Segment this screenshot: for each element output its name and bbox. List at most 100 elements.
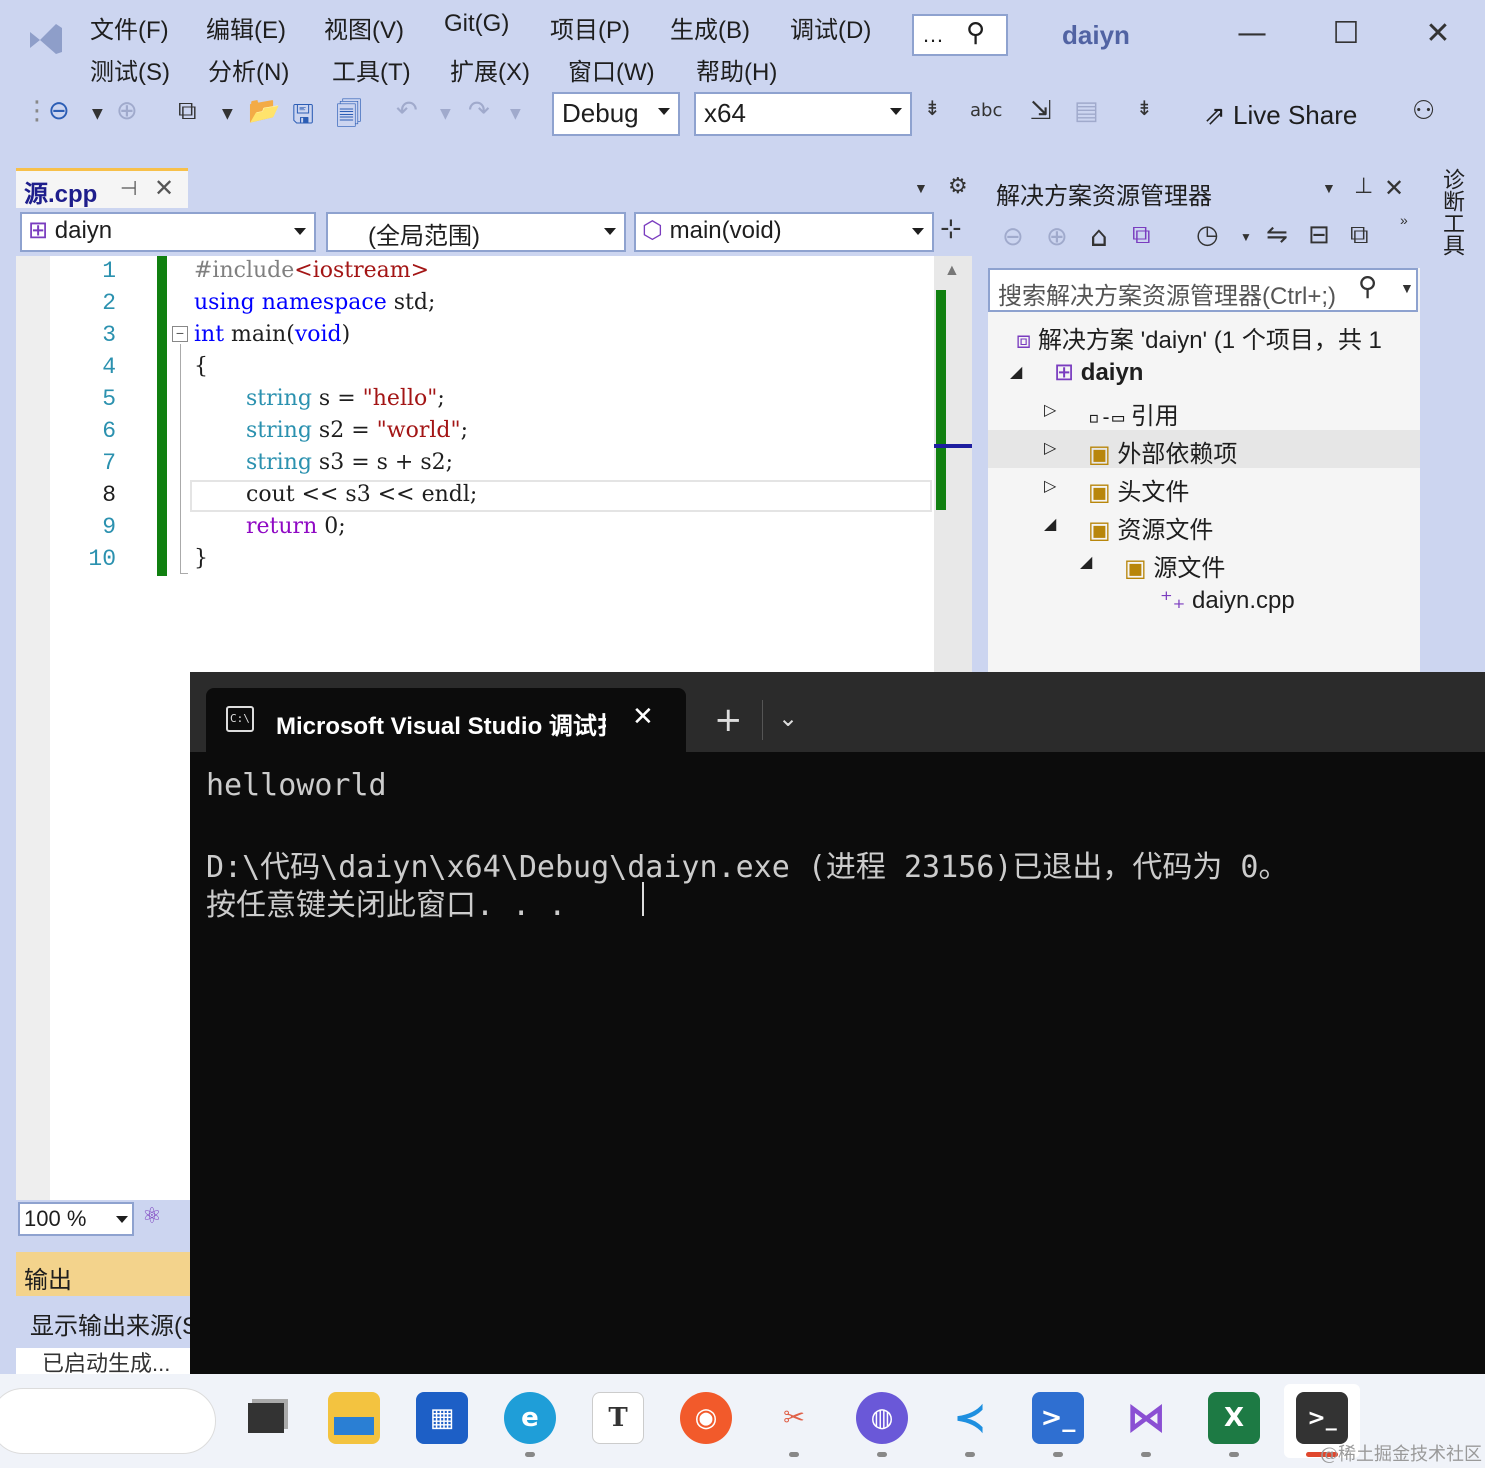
menu-window[interactable]: 窗口(W) [568, 52, 655, 87]
tree-item-references[interactable]: ▫-▭ 引用 [1088, 396, 1179, 431]
tree-item-solution[interactable]: ⧈ 解决方案 'daiyn' (1 个项目，共 1 [1016, 320, 1382, 355]
output-pane-header[interactable]: 输出 [16, 1252, 192, 1296]
switch-view-icon[interactable]: ⧉ [1132, 220, 1151, 251]
step-icon[interactable]: ⇲ [1030, 96, 1052, 126]
forward-icon[interactable]: ⊕ [116, 96, 138, 126]
file-explorer-icon[interactable] [328, 1392, 380, 1444]
tree-item-external-deps[interactable]: ▣ 外部依赖项 [1088, 434, 1237, 469]
planet-app-icon[interactable]: ◍ [856, 1392, 908, 1444]
forward-icon[interactable]: ⊕ [1046, 222, 1068, 252]
collapse-icon[interactable]: − [172, 326, 188, 342]
taskbar-search[interactable] [0, 1388, 216, 1454]
function-dropdown[interactable]: ⬡ main(void) [634, 212, 934, 252]
gear-icon[interactable]: ⚙ [948, 174, 968, 199]
maximize-icon[interactable]: ☐ [1326, 16, 1366, 51]
vscode-icon[interactable]: ≺ [944, 1392, 996, 1444]
close-tab-icon[interactable]: ✕ [154, 174, 174, 202]
vs-logo-icon[interactable] [26, 18, 66, 58]
collapsed-arrow-icon[interactable]: ▷ [1044, 476, 1056, 495]
overflow-icon[interactable]: » [1400, 212, 1408, 228]
spellcheck-icon[interactable]: abc [970, 100, 1002, 121]
chevron-down-icon[interactable]: ▼ [1322, 180, 1336, 196]
scope-dropdown[interactable]: (全局范围) [326, 212, 626, 252]
undo-icon[interactable]: ↶ [396, 96, 418, 126]
intellicode-icon[interactable]: ⚛ [142, 1204, 162, 1229]
chevron-down-icon[interactable]: ▼ [1400, 280, 1414, 296]
back-icon[interactable]: ⊖ [1002, 222, 1024, 252]
platform-dropdown[interactable]: x64 [694, 92, 912, 136]
menu-help[interactable]: 帮助(H) [696, 52, 777, 87]
open-folder-icon[interactable]: 📂 [248, 96, 280, 126]
redo-dropdown-icon[interactable]: ▼ [510, 106, 521, 122]
new-project-icon[interactable]: ⧉ [178, 96, 197, 127]
menu-file[interactable]: 文件(F) [90, 10, 169, 45]
live-share-button[interactable]: ⇗ Live Share [1204, 100, 1357, 131]
microsoft-store-icon[interactable]: ▦ [416, 1392, 468, 1444]
task-view-icon[interactable] [240, 1392, 292, 1444]
menu-view[interactable]: 视图(V) [324, 10, 404, 45]
config-dropdown[interactable]: Debug [552, 92, 680, 136]
undo-dropdown-icon[interactable]: ▼ [440, 106, 451, 122]
tree-item-project[interactable]: ⊞ daiyn [1054, 358, 1143, 387]
visual-studio-icon[interactable]: ⋈ [1120, 1392, 1172, 1444]
back-icon[interactable]: ⊖ [48, 96, 70, 126]
close-tab-icon[interactable]: ✕ [632, 702, 654, 732]
menu-edit[interactable]: 编辑(E) [206, 10, 286, 45]
menu-build[interactable]: 生成(B) [670, 10, 750, 45]
pin-icon[interactable]: ⊥ [1354, 174, 1373, 199]
excel-icon[interactable]: X [1208, 1392, 1260, 1444]
edge-browser-icon[interactable]: e [504, 1392, 556, 1444]
sync-icon[interactable]: ⇋ [1266, 220, 1288, 250]
menu-project[interactable]: 项目(P) [550, 10, 630, 45]
minimize-icon[interactable]: — [1232, 16, 1272, 51]
save-icon[interactable]: 🖫 [292, 96, 314, 140]
terminal-tab[interactable]: C:\ Microsoft Visual Studio 调试扌 ✕ [206, 688, 686, 752]
menu-tools[interactable]: 工具(T) [332, 52, 411, 87]
menu-debug[interactable]: 调试(D) [790, 10, 871, 45]
solution-search-input[interactable]: 搜索解决方案资源管理器(Ctrl+;) ⚲ ▼ [988, 268, 1418, 312]
close-window-icon[interactable]: ✕ [1418, 16, 1458, 51]
output-text-area[interactable]: 已启动生成... [16, 1348, 192, 1376]
collapsed-arrow-icon[interactable]: ▷ [1044, 400, 1056, 419]
feedback-icon[interactable]: ⚇ [1412, 96, 1435, 126]
split-icon[interactable]: ⊹ [940, 214, 962, 244]
overflow-icon[interactable]: ⇟ [924, 96, 941, 120]
snipping-tool-icon[interactable]: ✂ [768, 1392, 820, 1444]
breakpoint-icon[interactable]: ▤ [1074, 96, 1099, 126]
project-dropdown[interactable]: ⊞ daiyn [20, 212, 316, 252]
text-editor-icon[interactable]: T [592, 1392, 644, 1444]
menu-extensions[interactable]: 扩展(X) [450, 52, 530, 87]
firefox-icon[interactable]: ◉ [680, 1392, 732, 1444]
new-tab-icon[interactable]: + [714, 700, 743, 740]
windows-terminal-icon[interactable]: >_ [1296, 1392, 1348, 1444]
show-all-files-icon[interactable]: ⧉ [1350, 220, 1369, 251]
diagnostics-side-tab[interactable]: 诊断工具 [1424, 168, 1485, 674]
menu-test[interactable]: 测试(S) [90, 52, 170, 87]
redo-icon[interactable]: ↷ [468, 96, 490, 126]
tree-item-sources[interactable]: ▣ 源文件 [1124, 548, 1225, 583]
expanded-arrow-icon[interactable]: ◢ [1010, 362, 1022, 381]
chevron-down-icon[interactable]: ▼ [1240, 230, 1252, 244]
close-icon[interactable]: ✕ [1384, 174, 1404, 202]
pending-changes-icon[interactable]: ◷ [1196, 220, 1219, 250]
menu-git[interactable]: Git(G) [444, 10, 509, 38]
new-dropdown-icon[interactable]: ▼ [222, 106, 233, 122]
collapsed-arrow-icon[interactable]: ▷ [1044, 438, 1056, 457]
search-button[interactable]: … ⚲ [912, 14, 1008, 56]
chevron-down-icon[interactable]: ⌄ [778, 704, 798, 732]
back-dropdown-icon[interactable]: ▼ [92, 106, 103, 122]
tab-list-icon[interactable]: ▼ [914, 180, 928, 196]
pin-icon[interactable]: ⊣ [120, 176, 137, 200]
tree-item-resources[interactable]: ▣ 资源文件 [1088, 510, 1213, 545]
menu-analyze[interactable]: 分析(N) [208, 52, 289, 87]
tree-item-headers[interactable]: ▣ 头文件 [1088, 472, 1189, 507]
save-all-icon[interactable]: 🗐 [336, 96, 362, 140]
zoom-dropdown[interactable]: 100 % [18, 1202, 134, 1236]
expanded-arrow-icon[interactable]: ◢ [1044, 514, 1056, 533]
collapse-all-icon[interactable]: ⊟ [1308, 220, 1330, 250]
output-source-selector[interactable]: 显示输出来源(S [16, 1296, 198, 1348]
expanded-arrow-icon[interactable]: ◢ [1080, 552, 1092, 571]
home-icon[interactable]: ⌂ [1090, 220, 1108, 253]
scroll-up-icon[interactable]: ▲ [944, 262, 960, 280]
toolbar-more-icon[interactable]: ⇟ [1136, 96, 1153, 120]
